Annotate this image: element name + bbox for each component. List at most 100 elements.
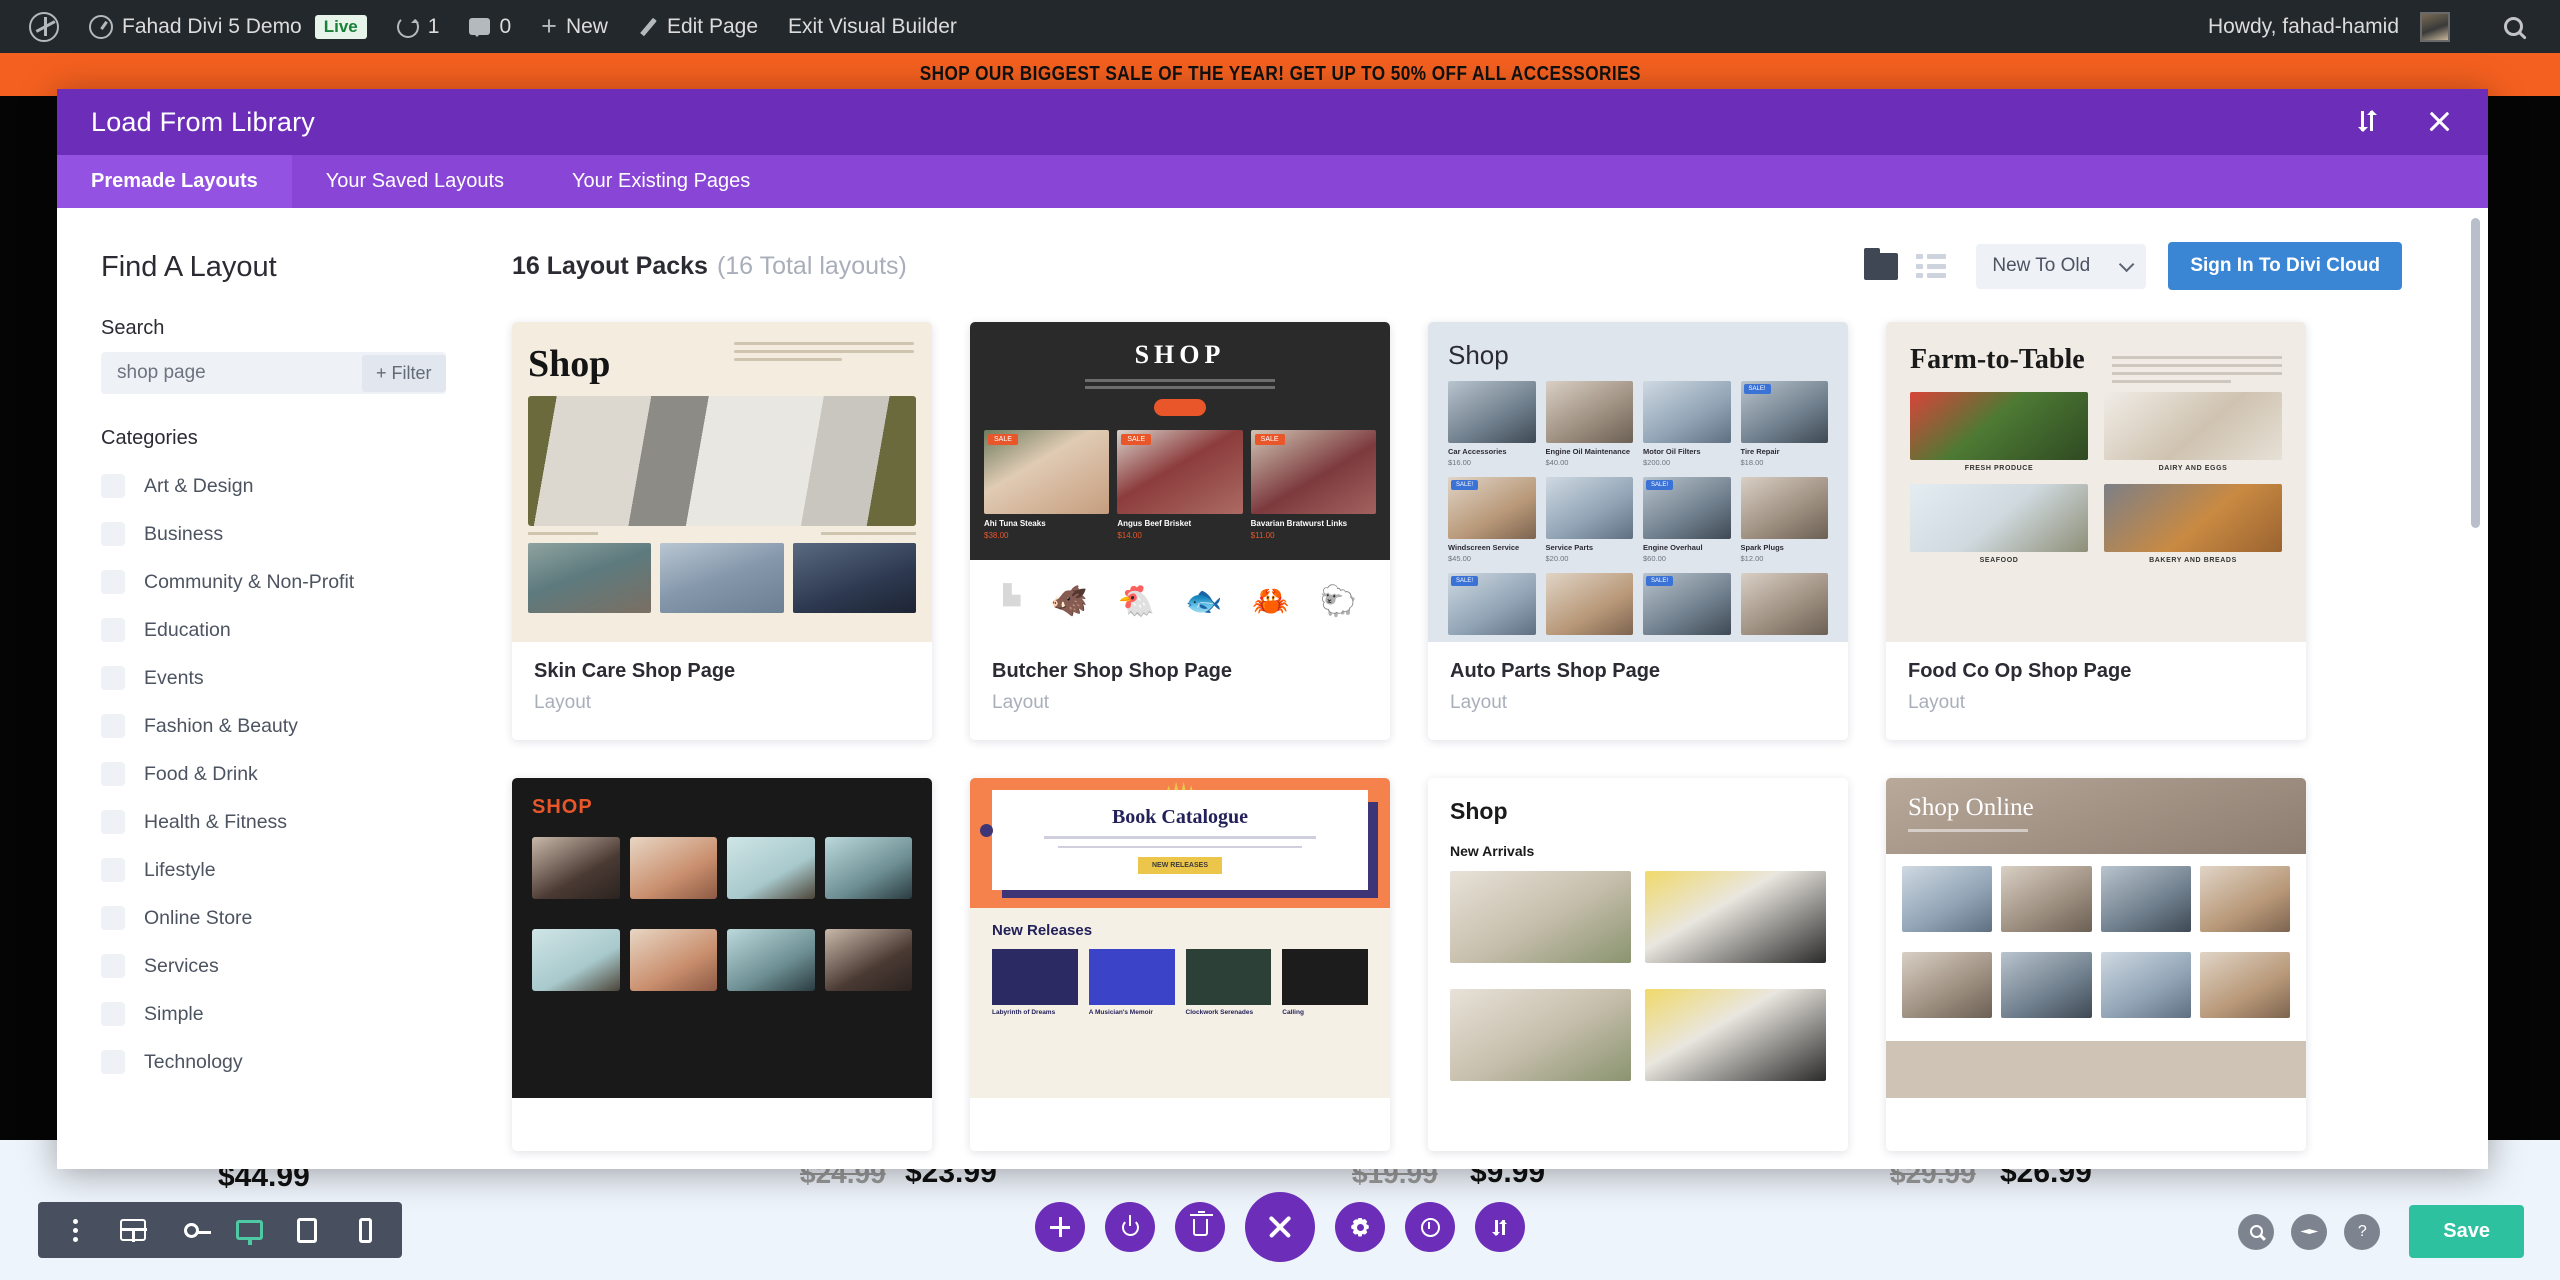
- sign-in-divi-cloud-button[interactable]: Sign In To Divi Cloud: [2168, 242, 2402, 290]
- layout-thumbnail: Shop New Arrivals: [1428, 778, 1848, 1098]
- category-health-fitness[interactable]: Health & Fitness: [101, 798, 512, 846]
- account-menu[interactable]: Howdy, fahad-hamid: [2193, 0, 2465, 53]
- site-name-label: Fahad Divi 5 Demo: [122, 14, 302, 38]
- zoom-key-icon[interactable]: [162, 1202, 220, 1258]
- grid-view-icon[interactable]: [1864, 247, 1899, 280]
- results-count: 16 Layout Packs: [512, 251, 708, 280]
- category-education[interactable]: Education: [101, 606, 512, 654]
- close-icon[interactable]: [1245, 1192, 1315, 1262]
- checkbox[interactable]: [101, 810, 125, 834]
- thumb-cta-button: NEW RELEASES: [1137, 857, 1222, 874]
- kebab-menu-icon[interactable]: [46, 1202, 104, 1258]
- layout-thumbnail: SHOP: [512, 778, 932, 1098]
- product-name: Bavarian Bratwurst Links: [1250, 519, 1348, 528]
- power-icon[interactable]: [1105, 1202, 1155, 1252]
- checkbox[interactable]: [101, 522, 125, 546]
- new-content-menu[interactable]: + New: [526, 0, 623, 53]
- thumb-hero-image: [528, 396, 916, 526]
- category-fashion-beauty[interactable]: Fashion & Beauty: [101, 702, 512, 750]
- sort-arrows-icon[interactable]: [1475, 1202, 1525, 1252]
- admin-search-button[interactable]: [2489, 0, 2538, 53]
- category-online-store[interactable]: Online Store: [101, 894, 512, 942]
- modal-scrollbar[interactable]: [2471, 218, 2480, 528]
- checkbox[interactable]: [101, 1002, 125, 1026]
- site-name-menu[interactable]: Fahad Divi 5 Demo Live: [74, 0, 382, 53]
- list-view-icon[interactable]: [1916, 254, 1947, 278]
- checkbox[interactable]: [101, 858, 125, 882]
- close-icon[interactable]: [2424, 107, 2454, 137]
- sale-badge: SALE: [988, 434, 1018, 445]
- revision-count: 1: [427, 14, 440, 38]
- layout-card[interactable]: Shop Skin Care Shop Page Layout: [512, 322, 932, 740]
- category-caption: BAKERY AND BREADS: [2149, 557, 2237, 564]
- checkbox[interactable]: [101, 618, 125, 642]
- search-field-wrapper: + Filter: [101, 352, 446, 394]
- checkbox[interactable]: [101, 762, 125, 786]
- category-label: Business: [144, 522, 224, 545]
- checkbox[interactable]: [101, 1050, 125, 1074]
- layout-card-meta: Skin Care Shop Page Layout: [512, 642, 932, 740]
- category-lifestyle[interactable]: Lifestyle: [101, 846, 512, 894]
- search-input[interactable]: [101, 362, 362, 384]
- desktop-view-icon[interactable]: [220, 1202, 278, 1258]
- modal-header: Load From Library: [57, 89, 2488, 155]
- checkbox[interactable]: [101, 570, 125, 594]
- layers-icon[interactable]: [2291, 1213, 2328, 1250]
- trash-icon[interactable]: [1175, 1202, 1225, 1252]
- category-business[interactable]: Business: [101, 510, 512, 558]
- wp-logo-menu[interactable]: [14, 0, 74, 53]
- category-art-design[interactable]: Art & Design: [101, 462, 512, 510]
- help-icon[interactable]: ?: [2344, 1213, 2381, 1250]
- book-title: Clockwork Serenades: [1185, 1009, 1254, 1016]
- category-label: Fashion & Beauty: [144, 714, 298, 737]
- thumb-section-title: New Releases: [992, 922, 1093, 939]
- load-from-library-modal: Load From Library Premade Layouts Your S…: [57, 89, 2488, 1169]
- pencil-icon: [638, 17, 658, 37]
- sort-select[interactable]: New To Old: [1976, 243, 2147, 289]
- layout-card[interactable]: SHOP: [512, 778, 932, 1151]
- layout-card[interactable]: Farm-to-Table FRESH PRODUCE DAIRY AND EG…: [1886, 322, 2306, 740]
- layout-card-meta: Auto Parts Shop Page Layout: [1428, 642, 1848, 740]
- sort-arrows-icon[interactable]: [2352, 107, 2382, 137]
- category-services[interactable]: Services: [101, 942, 512, 990]
- category-simple[interactable]: Simple: [101, 990, 512, 1038]
- layout-card[interactable]: Shop Online: [1886, 778, 2306, 1151]
- search-icon[interactable]: [2238, 1213, 2275, 1250]
- category-label: Lifestyle: [144, 858, 216, 881]
- filter-button[interactable]: + Filter: [362, 354, 446, 392]
- layout-card[interactable]: Shop New Arrivals: [1428, 778, 1848, 1151]
- tablet-view-icon[interactable]: [278, 1202, 336, 1258]
- checkbox[interactable]: [101, 954, 125, 978]
- category-technology[interactable]: Technology: [101, 1038, 512, 1086]
- category-events[interactable]: Events: [101, 654, 512, 702]
- thumb-product-grid: [1902, 865, 2290, 1029]
- checkbox[interactable]: [101, 474, 125, 498]
- comment-count: 0: [499, 14, 512, 38]
- product-name: Service Parts: [1545, 543, 1594, 552]
- edit-page-link[interactable]: Edit Page: [623, 0, 773, 53]
- layout-card[interactable]: Book Catalogue NEW RELEASES New Releases…: [970, 778, 1390, 1151]
- modal-tabs: Premade Layouts Your Saved Layouts Your …: [57, 155, 2488, 208]
- layout-card-meta: [1886, 1098, 2306, 1151]
- tab-premade-layouts[interactable]: Premade Layouts: [57, 155, 292, 208]
- thumb-product-grid: [532, 837, 912, 1011]
- layout-card[interactable]: Shop Car Accessories $16.00 Engine Oil Ma…: [1428, 322, 1848, 740]
- settings-icon[interactable]: [1335, 1202, 1385, 1252]
- comments-menu[interactable]: 0: [454, 0, 526, 53]
- layout-card[interactable]: SHOP SALE Ahi Tuna Steaks $38.00 SALE An…: [970, 322, 1390, 740]
- tab-your-existing-pages[interactable]: Your Existing Pages: [538, 155, 784, 208]
- exit-visual-builder-link[interactable]: Exit Visual Builder: [773, 0, 972, 53]
- add-icon[interactable]: [1035, 1202, 1085, 1252]
- checkbox[interactable]: [101, 666, 125, 690]
- checkbox[interactable]: [101, 714, 125, 738]
- history-icon[interactable]: [1405, 1202, 1455, 1252]
- checkbox[interactable]: [101, 906, 125, 930]
- phone-view-icon[interactable]: [336, 1202, 394, 1258]
- layout-cards-grid: Shop Skin Care Shop Page Layout SHOP SAL…: [512, 322, 2488, 1151]
- tab-your-saved-layouts[interactable]: Your Saved Layouts: [292, 155, 538, 208]
- save-button[interactable]: Save: [2409, 1205, 2524, 1258]
- revisions-menu[interactable]: 1: [382, 0, 455, 53]
- wireframe-icon[interactable]: [104, 1202, 162, 1258]
- category-community-non-profit[interactable]: Community & Non-Profit: [101, 558, 512, 606]
- category-food-drink[interactable]: Food & Drink: [101, 750, 512, 798]
